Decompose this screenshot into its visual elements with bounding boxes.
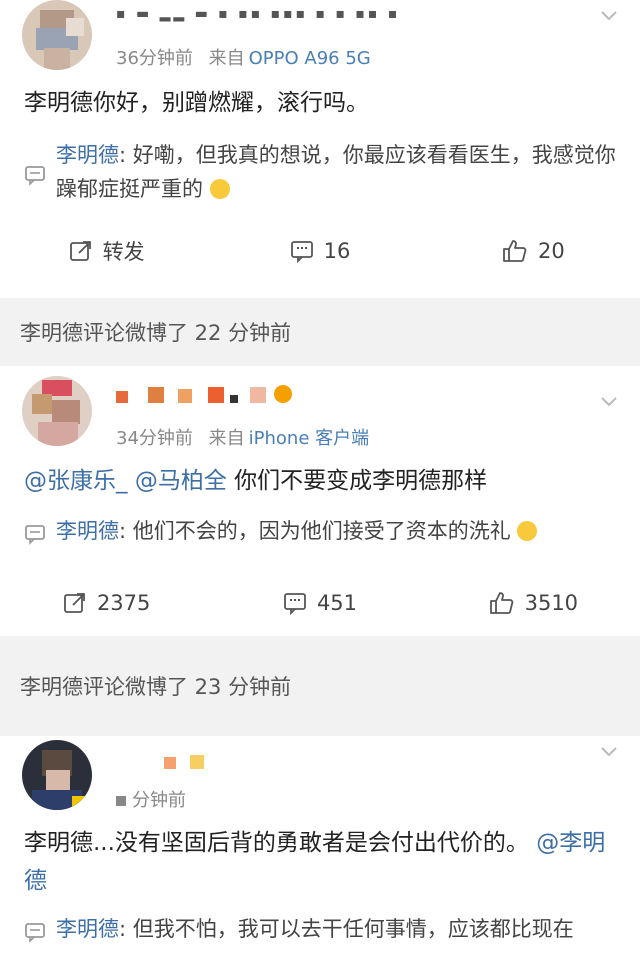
comment-button[interactable]: 16 — [213, 239, 426, 263]
avatar[interactable] — [22, 0, 92, 70]
activity-label: 李明德评论微博了 23 分钟前 — [0, 636, 640, 736]
username[interactable] — [116, 750, 204, 775]
reply-author-name[interactable]: 李明德 — [56, 917, 119, 941]
post-meta: 36分钟前 来自 OPPO A96 5G — [116, 44, 371, 70]
reply-text: : 好嘞，但我真的想说，你最应该看看医生，我感觉你躁郁症挺严重的 — [56, 143, 616, 201]
comment-card-3: 分钟前 李明德...没有坚固后背的勇敢者是会付出代价的。 @李明德 李明德: 但… — [0, 736, 640, 966]
comment-body: 李明德...没有坚固后背的勇敢者是会付出代价的。 — [24, 830, 529, 856]
thumbs-up-icon — [489, 592, 513, 614]
user-row: 分钟前 — [0, 736, 640, 820]
post-time: 36分钟前 — [116, 48, 193, 69]
reply-bubble-icon — [25, 525, 45, 545]
author-reply[interactable]: 李明德: 他们不会的，因为他们接受了资本的洗礼 — [0, 514, 640, 548]
reply-content: 李明德: 但我不怕，我可以去干任何事情，应该都比现在 — [56, 912, 574, 946]
repost-button[interactable]: 转发 — [0, 236, 213, 266]
reply-text: : 但我不怕，我可以去干任何事情，应该都比现在 — [119, 917, 574, 941]
repost-label: 转发 — [102, 240, 145, 264]
comment-card-2: ▪▪ ▪ ▪ ▪▪ ▪ ▪ ▪ 34分钟前 来自iPhone 客户端 @张康乐_… — [0, 366, 640, 636]
reply-content: 李明德: 他们不会的，因为他们接受了资本的洗礼 — [56, 514, 538, 548]
reply-author-name[interactable]: 李明德 — [56, 143, 119, 167]
from-label: 来自 — [208, 428, 245, 449]
user-row: ▪▪ ▪ ▪ ▪▪ ▪ ▪ ▪ 34分钟前 来自iPhone 客户端 — [0, 366, 640, 450]
reply-author-name[interactable]: 李明德 — [56, 519, 119, 543]
comment-body: 你们不要变成李明德那样 — [226, 468, 488, 494]
comment-text: 李明德...没有坚固后背的勇敢者是会付出代价的。 @李明德 — [0, 824, 640, 900]
comment-count: 451 — [316, 591, 358, 615]
device-label: OPPO A96 5G — [248, 48, 371, 69]
repost-count: 2375 — [96, 591, 151, 615]
from-label: 来自 — [208, 48, 245, 69]
like-button[interactable]: 3510 — [427, 591, 640, 615]
reply-content: 李明德: 好嘞，但我真的想说，你最应该看看医生，我感觉你躁郁症挺严重的 — [56, 138, 616, 206]
like-button[interactable]: 20 — [427, 239, 640, 263]
device-label: iPhone 客户端 — [248, 428, 370, 449]
comment-button[interactable]: 451 — [213, 591, 426, 615]
like-count: 20 — [537, 239, 565, 263]
comment-card-1: ▪ ▬ ▂▂ ▬ ▪ ▪▪ ▪▪▪ ▪ ▪ ▪▪ ▪ 36分钟前 来自 OPPO … — [0, 0, 640, 298]
comment-icon — [290, 241, 313, 263]
action-bar: 2375 451 3510 — [0, 568, 640, 638]
avatar[interactable] — [22, 740, 92, 810]
repost-icon — [64, 593, 85, 613]
user-row: ▪ ▬ ▂▂ ▬ ▪ ▪▪ ▪▪▪ ▪ ▪ ▪▪ ▪ 36分钟前 来自 OPPO … — [0, 0, 640, 82]
mention-link[interactable]: @马柏全 — [135, 468, 227, 494]
repost-button[interactable]: 2375 — [0, 591, 213, 615]
thumbs-up-icon — [503, 240, 527, 262]
author-reply[interactable]: 李明德: 但我不怕，我可以去干任何事情，应该都比现在 — [0, 912, 640, 946]
post-meta: 34分钟前 来自 iPhone 客户端 — [116, 424, 369, 450]
author-reply[interactable]: 李明德: 好嘞，但我真的想说，你最应该看看医生，我感觉你躁郁症挺严重的 — [0, 138, 640, 206]
emoji-icon — [209, 179, 230, 199]
post-time: 分钟前 — [132, 790, 186, 811]
like-count: 3510 — [524, 591, 579, 615]
comment-count: 16 — [323, 239, 351, 263]
comment-text: @张康乐_ @马柏全 你们不要变成李明德那样 — [0, 462, 640, 500]
chevron-down-icon[interactable] — [600, 392, 618, 410]
repost-icon — [69, 241, 91, 261]
emoji-icon — [517, 521, 538, 541]
mention-link[interactable]: @张康乐_ — [24, 468, 128, 494]
post-meta: 分钟前 — [116, 786, 186, 812]
action-bar: 转发 16 20 — [0, 216, 640, 286]
username[interactable]: ▪ ▬ ▂▂ ▬ ▪ ▪▪ ▪▪▪ ▪ ▪ ▪▪ ▪ — [116, 6, 400, 22]
activity-label: 李明德评论微博了 22 分钟前 — [0, 298, 640, 366]
reply-bubble-icon — [25, 166, 45, 186]
avatar[interactable] — [22, 376, 92, 446]
chevron-down-icon[interactable] — [600, 742, 618, 760]
comment-text: 李明德你好，别蹭燃耀，滚行吗。 — [24, 90, 369, 116]
reply-text: : 他们不会的，因为他们接受了资本的洗礼 — [119, 519, 511, 543]
comment-icon — [284, 593, 306, 615]
post-time: 34分钟前 — [116, 428, 193, 449]
reply-bubble-icon — [25, 923, 45, 943]
username[interactable]: ▪▪ ▪ ▪ ▪▪ ▪ ▪ ▪ — [116, 384, 292, 409]
chevron-down-icon[interactable] — [600, 6, 618, 24]
